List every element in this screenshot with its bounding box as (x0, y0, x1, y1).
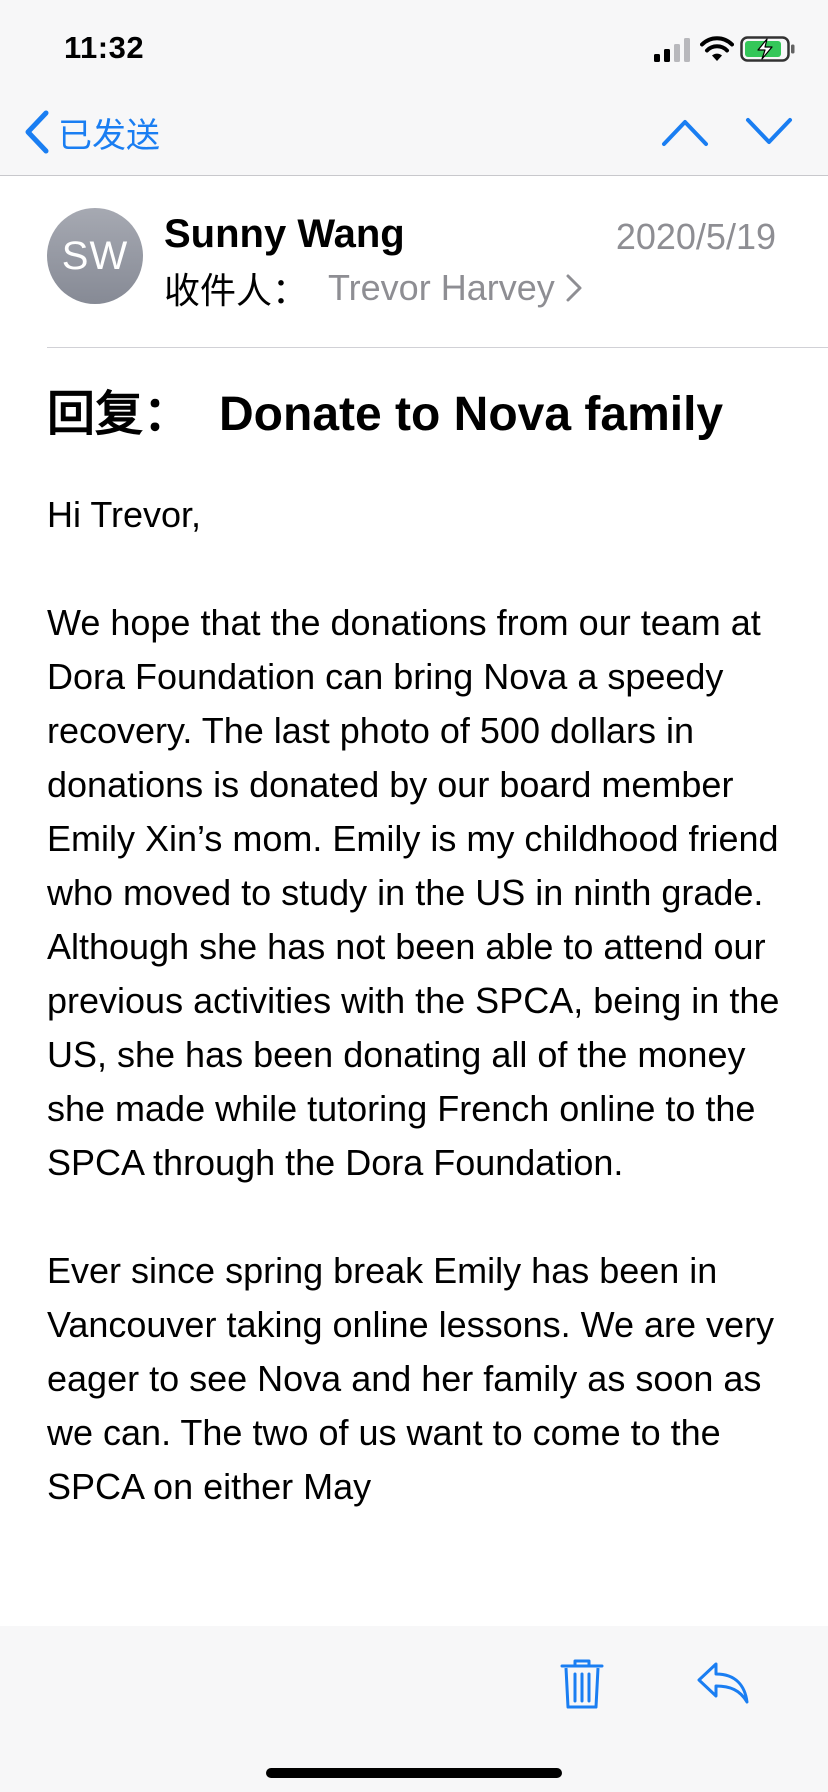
reply-icon[interactable] (696, 1660, 750, 1706)
home-indicator (266, 1768, 562, 1778)
back-label: 已发送 (58, 116, 160, 155)
body-greeting: Hi Trevor, (47, 494, 202, 535)
message-subject: 回复： Donate to Nova family (47, 374, 807, 444)
body-paragraph: We hope that the donations from our team… (47, 602, 780, 1183)
cellular-signal-icon (654, 38, 690, 62)
mail-message-screen: 11:32 已发送 SW Sunny Wang 2020/5/19 收件人： T… (0, 0, 828, 1792)
subject-text: Donate to Nova family (219, 388, 724, 441)
status-time: 11:32 (64, 30, 145, 65)
recipient-row: 收件人： Trevor Harvey (164, 264, 583, 312)
battery-charging-icon (740, 36, 795, 62)
message-body: Hi Trevor, We hope that the donations fr… (47, 488, 807, 1568)
top-bar: 11:32 已发送 (0, 0, 828, 176)
avatar: SW (47, 208, 143, 304)
recipient-name: Trevor Harvey (328, 267, 555, 308)
trash-icon[interactable] (558, 1656, 606, 1712)
sender-name[interactable]: Sunny Wang (164, 212, 405, 257)
chevron-right-icon (566, 274, 582, 302)
chevron-up-icon[interactable] (660, 112, 710, 152)
message-date: 2020/5/19 (615, 216, 776, 257)
header-divider (47, 347, 828, 348)
chevron-down-icon[interactable] (744, 112, 794, 152)
body-paragraph: Ever since spring break Emily has been i… (47, 1250, 775, 1507)
bottom-toolbar (0, 1626, 828, 1792)
recipient-label: 收件人： (164, 270, 309, 311)
recipient-button[interactable]: Trevor Harvey (328, 267, 583, 309)
wifi-icon (700, 36, 734, 61)
subject-prefix: 回复： (47, 388, 192, 441)
chevron-left-icon (25, 110, 49, 154)
back-button[interactable]: 已发送 (22, 106, 160, 158)
